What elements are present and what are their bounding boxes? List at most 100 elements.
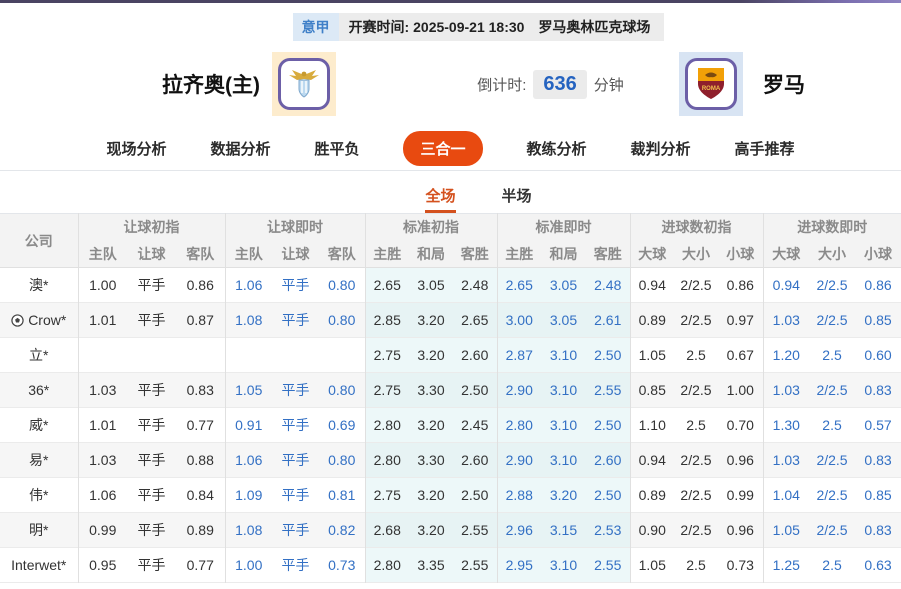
odds-cell-goals-live-2: 0.57	[855, 408, 901, 443]
odds-cell-goals-live-2: 0.63	[855, 548, 901, 583]
match-info-bar: 意甲 开赛时间: 2025-09-21 18:30罗马奥林匹克球场	[0, 13, 901, 41]
odds-cell-goals-live-0: 1.25	[763, 548, 809, 583]
tab-live-analysis[interactable]: 现场分析	[106, 138, 166, 159]
tab-coach-analysis[interactable]: 教练分析	[527, 138, 587, 159]
odds-cell-goals-initial-0: 0.94	[630, 268, 674, 303]
company-name-label: 立*	[29, 347, 48, 363]
odds-cell-goals-initial-0: 1.10	[630, 408, 674, 443]
countdown-value: 636	[533, 70, 586, 99]
subtab-half-match[interactable]: 半场	[502, 185, 532, 213]
subcol-header-standard-live-2: 客胜	[586, 241, 630, 268]
odds-cell-handicap-live-0: 0.91	[225, 408, 272, 443]
subcol-header-handicap-live-2: 客队	[319, 241, 365, 268]
company-name[interactable]: 威*	[0, 408, 78, 443]
odds-cell-standard-initial-1: 3.20	[409, 303, 453, 338]
odds-cell-goals-live-0: 1.03	[763, 303, 809, 338]
company-name[interactable]: 立*	[0, 338, 78, 373]
company-name[interactable]: 易*	[0, 443, 78, 478]
company-name[interactable]: Crow*	[0, 303, 78, 338]
odds-cell-handicap-initial-1: 平手	[127, 443, 176, 478]
subcol-header-goals-initial-1: 大小	[674, 241, 718, 268]
odds-cell-goals-live-1: 2/2.5	[809, 268, 855, 303]
odds-cell-handicap-live-1: 平手	[272, 303, 319, 338]
odds-cell-standard-initial-1: 3.20	[409, 408, 453, 443]
odds-cell-goals-live-2: 0.85	[855, 478, 901, 513]
odds-cell-handicap-initial-0: 1.06	[78, 478, 127, 513]
odds-cell-standard-live-1: 3.10	[541, 373, 586, 408]
league-badge[interactable]: 意甲	[293, 13, 339, 41]
odds-cell-standard-live-2: 2.48	[586, 268, 630, 303]
odds-cell-handicap-initial-1: 平手	[127, 478, 176, 513]
odds-cell-goals-live-1: 2/2.5	[809, 513, 855, 548]
subcol-header-handicap-initial-2: 客队	[176, 241, 225, 268]
odds-cell-standard-live-0: 2.87	[497, 338, 541, 373]
subcol-header-goals-initial-2: 小球	[718, 241, 763, 268]
subtab-full-match[interactable]: 全场	[425, 185, 455, 213]
odds-cell-handicap-initial-1: 平手	[127, 408, 176, 443]
odds-cell-handicap-initial-1: 平手	[127, 373, 176, 408]
odds-row: 威*1.01平手0.770.91平手0.692.803.202.452.803.…	[0, 408, 901, 443]
odds-cell-handicap-live-2: 0.80	[319, 268, 365, 303]
company-name[interactable]: 36*	[0, 373, 78, 408]
odds-cell-handicap-initial-2	[176, 338, 225, 373]
company-name[interactable]: Interwet*	[0, 548, 78, 583]
odds-cell-goals-initial-0: 0.89	[630, 478, 674, 513]
odds-cell-goals-live-1: 2.5	[809, 548, 855, 583]
tab-data-analysis[interactable]: 数据分析	[210, 138, 270, 159]
company-name[interactable]: 伟*	[0, 478, 78, 513]
odds-cell-goals-initial-2: 0.70	[718, 408, 763, 443]
company-name-label: 易*	[29, 452, 48, 468]
odds-cell-handicap-initial-1: 平手	[127, 268, 176, 303]
tab-expert-picks[interactable]: 高手推荐	[735, 138, 795, 159]
company-name[interactable]: 澳*	[0, 268, 78, 303]
odds-cell-goals-live-2: 0.83	[855, 373, 901, 408]
odds-row: 易*1.03平手0.881.06平手0.802.803.302.602.903.…	[0, 443, 901, 478]
group-header-goals-live: 进球数即时	[763, 214, 901, 241]
odds-cell-standard-live-1: 3.05	[541, 303, 586, 338]
subcol-header-standard-live-0: 主胜	[497, 241, 541, 268]
odds-cell-handicap-initial-2: 0.83	[176, 373, 225, 408]
odds-cell-handicap-initial-2: 0.86	[176, 268, 225, 303]
odds-cell-goals-live-0: 1.30	[763, 408, 809, 443]
odds-row: 明*0.99平手0.891.08平手0.822.683.202.552.963.…	[0, 513, 901, 548]
group-header-standard-live: 标准即时	[497, 214, 630, 241]
odds-cell-standard-live-2: 2.50	[586, 478, 630, 513]
odds-cell-handicap-live-2: 0.80	[319, 443, 365, 478]
odds-cell-handicap-live-0: 1.08	[225, 303, 272, 338]
odds-cell-goals-live-0: 1.20	[763, 338, 809, 373]
subcol-header-goals-initial-0: 大球	[630, 241, 674, 268]
odds-cell-standard-initial-1: 3.20	[409, 338, 453, 373]
company-name-label: 36*	[28, 382, 49, 398]
odds-cell-goals-initial-0: 0.94	[630, 443, 674, 478]
tab-referee-analysis[interactable]: 裁判分析	[631, 138, 691, 159]
odds-cell-handicap-live-2: 0.81	[319, 478, 365, 513]
odds-cell-standard-initial-2: 2.65	[453, 303, 497, 338]
odds-cell-goals-initial-2: 0.99	[718, 478, 763, 513]
odds-cell-handicap-live-1: 平手	[272, 408, 319, 443]
odds-cell-goals-initial-1: 2/2.5	[674, 478, 718, 513]
company-name[interactable]: 明*	[0, 513, 78, 548]
subcol-header-handicap-live-0: 主队	[225, 241, 272, 268]
odds-cell-standard-initial-0: 2.85	[365, 303, 409, 338]
odds-cell-standard-live-2: 2.55	[586, 373, 630, 408]
odds-cell-standard-initial-0: 2.80	[365, 408, 409, 443]
odds-cell-standard-initial-1: 3.05	[409, 268, 453, 303]
odds-cell-goals-initial-0: 0.85	[630, 373, 674, 408]
odds-cell-handicap-live-1: 平手	[272, 373, 319, 408]
away-team-name: 罗马	[749, 69, 869, 99]
odds-cell-standard-initial-2: 2.55	[453, 513, 497, 548]
subcol-header-goals-live-2: 小球	[855, 241, 901, 268]
odds-table: 公司让球初指让球即时标准初指标准即时进球数初指进球数即时主队让球客队主队让球客队…	[0, 213, 901, 583]
odds-cell-standard-live-1: 3.15	[541, 513, 586, 548]
tab-three-in-one[interactable]: 三合一	[403, 131, 482, 166]
odds-cell-handicap-live-0: 1.00	[225, 548, 272, 583]
subtab-bar: 全场 半场	[28, 171, 901, 213]
tab-win-draw-lose[interactable]: 胜平负	[314, 138, 359, 159]
odds-cell-handicap-initial-0: 0.99	[78, 513, 127, 548]
odds-cell-standard-initial-0: 2.75	[365, 478, 409, 513]
odds-row: 伟*1.06平手0.841.09平手0.812.753.202.502.883.…	[0, 478, 901, 513]
soccer-ball-icon	[11, 314, 24, 327]
odds-cell-handicap-initial-0: 1.03	[78, 373, 127, 408]
home-team-badge	[272, 52, 336, 116]
odds-row: 立*2.753.202.602.873.102.501.052.50.671.2…	[0, 338, 901, 373]
